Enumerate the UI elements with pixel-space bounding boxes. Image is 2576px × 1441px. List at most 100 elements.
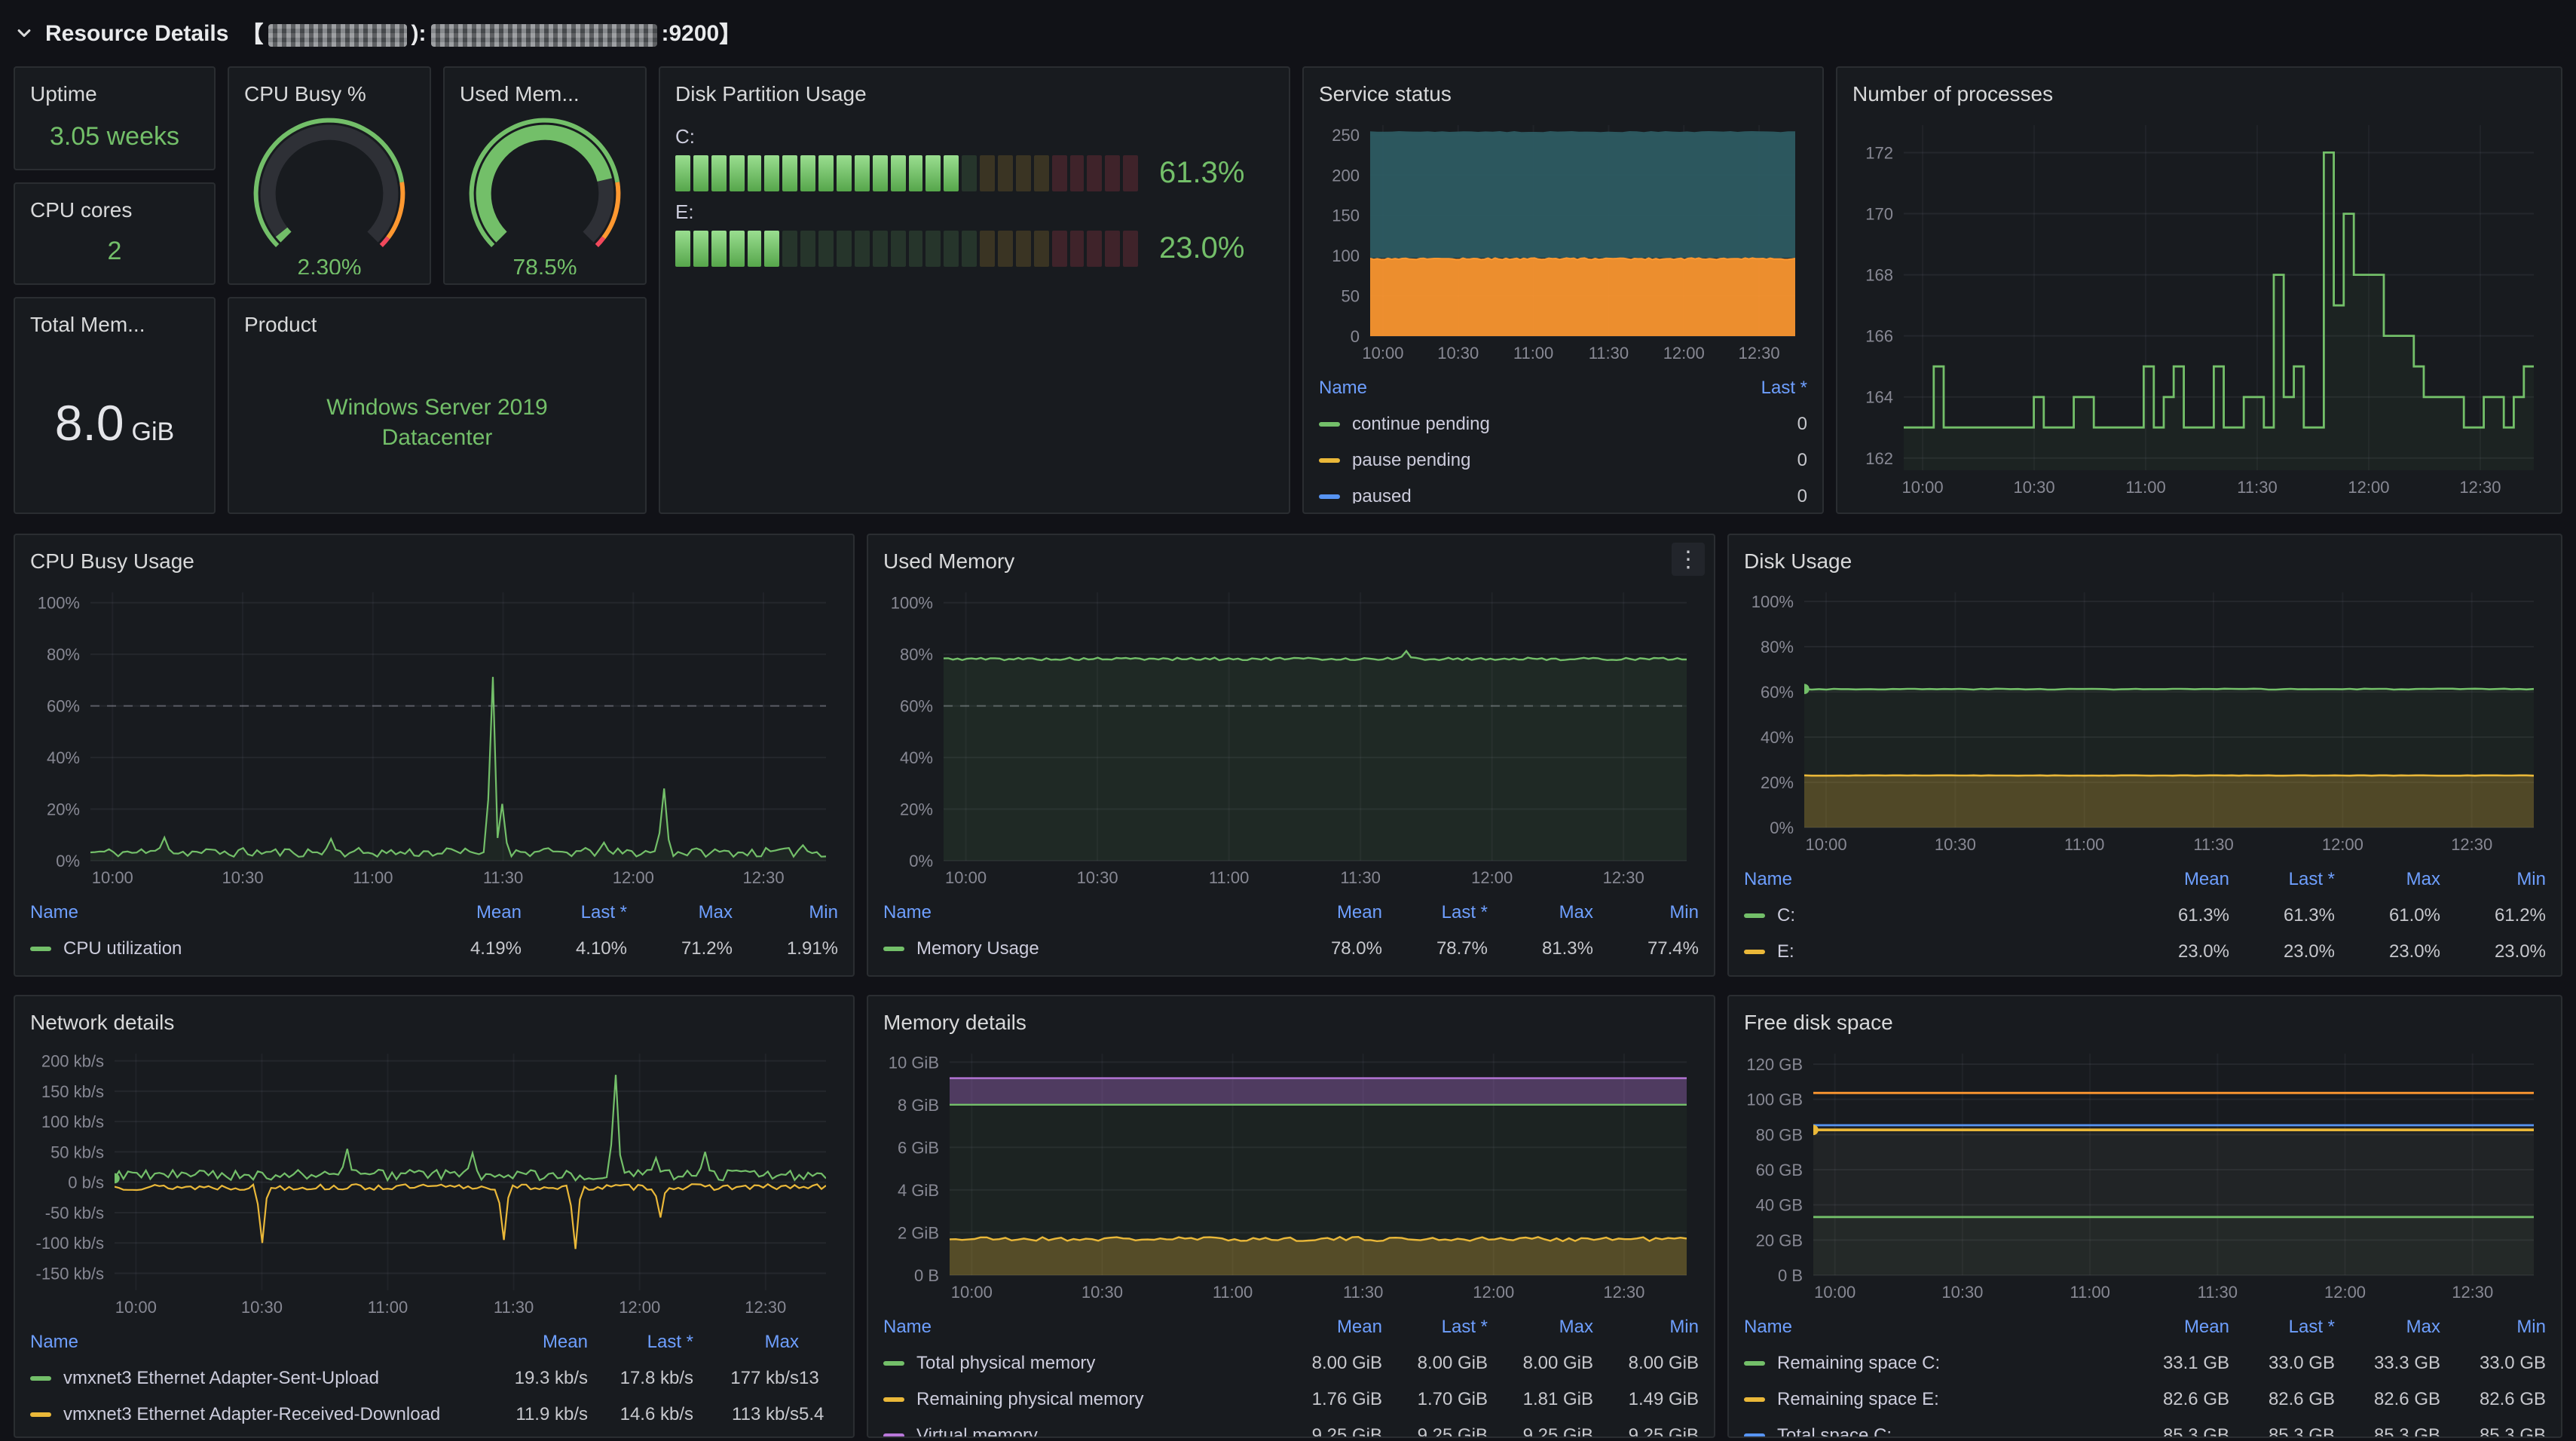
legend-column-header[interactable]: Name <box>1319 377 1702 398</box>
svg-text:11:00: 11:00 <box>2064 835 2104 854</box>
legend-row[interactable]: C:61.3%61.3%61.0%61.2% <box>1744 897 2546 933</box>
series-label[interactable]: Remaining space C: <box>1777 1352 1940 1373</box>
series-label[interactable]: C: <box>1777 904 1795 925</box>
svg-text:10:00: 10:00 <box>115 1298 157 1317</box>
series-label[interactable]: Total physical memory <box>916 1352 1095 1373</box>
legend-row[interactable]: vmxnet3 Ethernet Adapter-Sent-Upload19.3… <box>30 1360 838 1396</box>
legend-row[interactable]: Remaining physical memory1.76 GiB1.70 Gi… <box>883 1381 1699 1417</box>
series-label[interactable]: Remaining space E: <box>1777 1388 1939 1409</box>
legend-column-header[interactable]: Min <box>1593 1316 1699 1337</box>
row-header[interactable]: Resource Details 【 ): :9200 】 <box>15 12 742 54</box>
legend-column-header[interactable]: Min <box>733 901 838 922</box>
series-label[interactable]: Virtual memory <box>916 1424 1038 1438</box>
series-label[interactable]: Remaining physical memory <box>916 1388 1143 1409</box>
legend-row[interactable]: Memory Usage78.0%78.7%81.3%77.4% <box>883 930 1699 966</box>
legend-column-header[interactable]: Max <box>1488 901 1593 922</box>
network-details-chart[interactable]: 10:0010:3011:0011:3012:0012:30200 kb/s15… <box>30 1042 838 1320</box>
svg-text:12:00: 12:00 <box>2324 1283 2366 1302</box>
legend-column-header[interactable]: Name <box>30 1331 482 1352</box>
legend-column-header[interactable]: Min <box>1593 901 1699 922</box>
series-label[interactable]: CPU utilization <box>63 938 182 959</box>
series-label[interactable]: paused <box>1352 485 1412 503</box>
panel-title[interactable]: Network details <box>30 1010 174 1034</box>
legend-column-header[interactable]: Max <box>627 901 733 922</box>
svg-text:12:30: 12:30 <box>1603 868 1644 887</box>
legend-row[interactable]: Remaining space C:33.1 GB33.0 GB33.3 GB3… <box>1744 1345 2546 1381</box>
legend-column-header[interactable]: Max <box>1488 1316 1593 1337</box>
legend-column-header[interactable]: Name <box>30 901 416 922</box>
legend-column-header[interactable]: Name <box>883 901 1277 922</box>
legend-column-header[interactable]: Max <box>2335 1316 2440 1337</box>
legend-row[interactable]: Total space C:85.3 GB85.3 GB85.3 GB85.3 … <box>1744 1417 2546 1438</box>
legend-row[interactable]: Total physical memory8.00 GiB8.00 GiB8.0… <box>883 1345 1699 1381</box>
legend-row[interactable]: Virtual memory9.25 GiB9.25 GiB9.25 GiB9.… <box>883 1417 1699 1438</box>
panel-title[interactable]: Used Memory <box>883 549 1014 573</box>
legend-value: 0 <box>1702 449 1807 470</box>
legend-row[interactable]: vmxnet3 Ethernet Adapter-Received-Downlo… <box>30 1396 838 1432</box>
panel-title[interactable]: CPU Busy Usage <box>30 549 194 573</box>
legend-row[interactable]: CPU utilization4.19%4.10%71.2%1.91% <box>30 930 838 966</box>
series-label[interactable]: Memory Usage <box>916 938 1039 959</box>
legend-column-header[interactable]: Name <box>1744 1316 2124 1337</box>
series-label[interactable]: pause pending <box>1352 449 1471 470</box>
panel-title[interactable]: Memory details <box>883 1010 1026 1034</box>
panel-menu-icon[interactable]: ⋮ <box>1672 543 1705 576</box>
series-label[interactable]: Total space C: <box>1777 1424 1892 1438</box>
legend-column-header[interactable]: Last * <box>2229 1316 2335 1337</box>
bargauge-row[interactable]: 61.3% <box>675 155 1274 191</box>
legend-column-header[interactable]: Mean <box>2124 868 2229 889</box>
series-swatch-icon <box>883 1433 904 1437</box>
number-of-processes-chart[interactable]: 10:0010:3011:0011:3012:0012:301621641661… <box>1852 113 2546 500</box>
series-label[interactable]: E: <box>1777 941 1794 962</box>
legend-column-header[interactable]: Mean <box>2124 1316 2229 1337</box>
svg-text:100%: 100% <box>891 594 933 613</box>
legend-column-header[interactable]: Mean <box>416 901 522 922</box>
legend-row[interactable]: continue pending0 <box>1319 405 1807 442</box>
panel-title[interactable]: CPU cores <box>30 197 132 222</box>
series-label[interactable]: continue pending <box>1352 413 1490 434</box>
svg-text:170: 170 <box>1865 205 1893 224</box>
legend-column-header[interactable]: Name <box>883 1316 1277 1337</box>
svg-text:80%: 80% <box>1761 638 1794 656</box>
legend-column-header[interactable]: Min <box>2440 1316 2546 1337</box>
legend-column-header[interactable]: Mean <box>1277 901 1382 922</box>
legend-column-header[interactable]: Mean <box>482 1331 588 1352</box>
panel-title[interactable]: Disk Partition Usage <box>675 81 867 106</box>
panel-title[interactable]: Disk Usage <box>1744 549 1852 573</box>
series-label[interactable]: vmxnet3 Ethernet Adapter-Sent-Upload <box>63 1367 379 1388</box>
cpu-busy-usage-chart[interactable]: 10:0010:3011:0011:3012:0012:300%20%40%60… <box>30 580 838 891</box>
used-memory-chart[interactable]: 10:0010:3011:0011:3012:0012:300%20%40%60… <box>883 580 1699 891</box>
legend-row[interactable]: E:23.0%23.0%23.0%23.0% <box>1744 933 2546 969</box>
legend-row[interactable]: Remaining space E:82.6 GB82.6 GB82.6 GB8… <box>1744 1381 2546 1417</box>
legend-column-header[interactable]: Last * <box>522 901 627 922</box>
panel-title[interactable]: CPU Busy % <box>244 81 366 106</box>
panel-title[interactable]: Product <box>244 312 317 336</box>
legend-row[interactable]: paused0 <box>1319 478 1807 503</box>
service-status-chart[interactable]: 10:0010:3011:0011:3012:0012:300501001502… <box>1319 113 1807 366</box>
legend-column-header[interactable]: Last * <box>2229 868 2335 889</box>
disk-usage-chart[interactable]: 10:0010:3011:0011:3012:0012:300%20%40%60… <box>1744 580 2546 858</box>
legend-column-header[interactable]: Max <box>2335 868 2440 889</box>
panel-title[interactable]: Number of processes <box>1852 81 2053 106</box>
panel-title[interactable]: Total Mem... <box>30 312 145 336</box>
legend-column-header[interactable]: Last * <box>1382 901 1488 922</box>
legend-column-header[interactable]: Last * <box>1382 1316 1488 1337</box>
legend-column-header[interactable]: Min <box>2440 868 2546 889</box>
bargauge-row[interactable]: 23.0% <box>675 231 1274 267</box>
series-label[interactable]: vmxnet3 Ethernet Adapter-Received-Downlo… <box>63 1403 440 1424</box>
legend-column-header[interactable]: Last * <box>588 1331 693 1352</box>
free-disk-space-chart[interactable]: 10:0010:3011:0011:3012:0012:300 B20 GB40… <box>1744 1042 2546 1305</box>
legend-column-header[interactable]: Last * <box>1702 377 1807 398</box>
cpu-busy-usage-legend: NameMeanLast *MaxMin CPU utilization4.19%… <box>30 894 838 966</box>
svg-text:20%: 20% <box>900 800 933 819</box>
legend-row[interactable]: pause pending 0 <box>1319 442 1807 478</box>
panel-title[interactable]: Uptime <box>30 81 97 106</box>
legend-column-header[interactable]: Mean <box>1277 1316 1382 1337</box>
panel-title[interactable]: Used Mem... <box>460 81 580 106</box>
legend-column-header[interactable]: Max <box>693 1331 799 1352</box>
panel-title[interactable]: Service status <box>1319 81 1452 106</box>
memory-details-chart[interactable]: 10:0010:3011:0011:3012:0012:300 B2 GiB4 … <box>883 1042 1699 1305</box>
legend-column-header[interactable]: Name <box>1744 868 2124 889</box>
redacted-text <box>431 23 657 46</box>
panel-title[interactable]: Free disk space <box>1744 1010 1893 1034</box>
